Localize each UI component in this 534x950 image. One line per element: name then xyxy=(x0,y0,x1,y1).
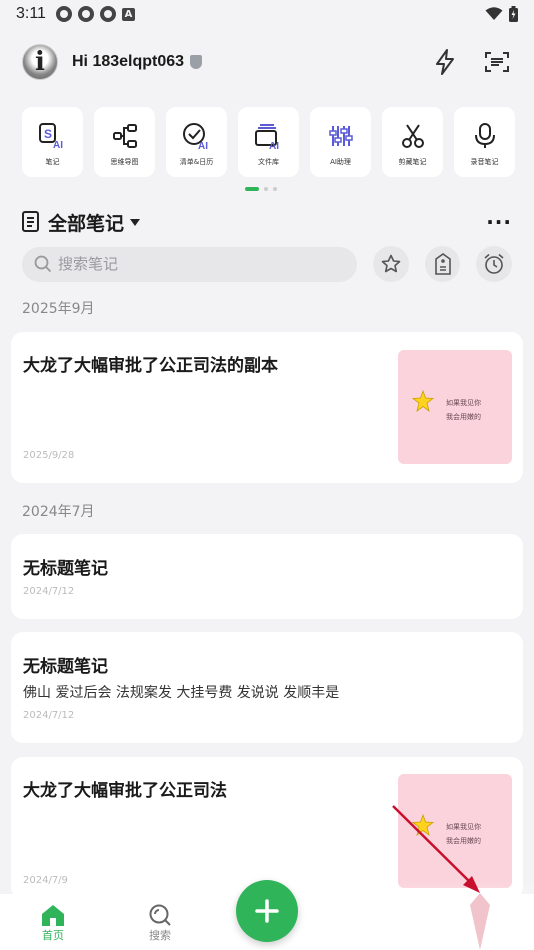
svg-text:AI: AI xyxy=(198,141,208,150)
search-box[interactable] xyxy=(22,246,358,282)
ai-assistant-icon xyxy=(326,121,356,151)
nav-home[interactable]: 首页 xyxy=(23,903,83,943)
note-title: 大龙了大幅审批了公正司法的副本 xyxy=(23,356,278,376)
section-title[interactable]: 全部笔记 xyxy=(48,209,124,236)
tag-icon xyxy=(434,253,451,275)
tool-checklist[interactable]: AI 清单&日历 xyxy=(166,107,227,177)
header: Hi 183elqpt063 xyxy=(22,42,512,82)
more-options-button[interactable]: ··· xyxy=(486,210,512,234)
file-library-ai-icon: AI xyxy=(254,121,284,151)
alarm-clock-icon xyxy=(484,253,504,274)
svg-text:AI: AI xyxy=(269,141,279,150)
reminders-button[interactable] xyxy=(476,246,512,282)
search-icon xyxy=(149,904,171,926)
scissors-icon xyxy=(398,121,428,151)
note-card[interactable]: 大龙了大幅审批了公正司法 2024/7/9 如果我见你 我会用嫩的 xyxy=(11,757,523,899)
note-thumbnail: 如果我见你 我会用嫩的 xyxy=(398,774,512,888)
search-input[interactable] xyxy=(58,255,338,273)
notification-icon xyxy=(77,6,94,22)
note-card[interactable]: 无标题笔记 2024/7/12 xyxy=(11,534,523,619)
note-card[interactable]: 大龙了大幅审批了公正司法的副本 2025/9/28 如果我见你 我会用嫩的 xyxy=(11,332,523,483)
avatar[interactable] xyxy=(22,44,58,80)
cartoon-star-icon xyxy=(412,814,434,836)
notification-icon xyxy=(55,6,72,22)
tool-label: 文件库 xyxy=(258,158,279,166)
status-time: 3:11 xyxy=(16,5,46,22)
ai-note-icon: S AI xyxy=(38,121,68,151)
tool-label: 剪藏笔记 xyxy=(398,158,427,166)
tool-label: 录音笔记 xyxy=(470,158,499,166)
membership-badge-icon[interactable] xyxy=(190,55,203,69)
nav-home-label: 首页 xyxy=(42,929,64,942)
note-thumbnail: 如果我见你 我会用嫩的 xyxy=(398,350,512,464)
svg-text:S: S xyxy=(44,127,52,141)
lightning-icon[interactable] xyxy=(430,47,460,77)
status-bar: 3:11 A xyxy=(0,0,534,28)
pager-dot xyxy=(264,187,268,191)
chevron-down-icon[interactable] xyxy=(130,218,141,226)
note-title: 无标题笔记 xyxy=(23,559,108,579)
thumbnail-text: 我会用嫩的 xyxy=(446,413,481,421)
pager-dot xyxy=(273,187,277,191)
note-title: 大龙了大幅审批了公正司法 xyxy=(23,781,227,801)
mindmap-icon xyxy=(110,121,140,151)
tool-file-library[interactable]: AI 文件库 xyxy=(238,107,299,177)
tool-mindmap[interactable]: 思维导图 xyxy=(94,107,155,177)
nav-search[interactable]: 搜索 xyxy=(130,903,190,943)
tool-label: 思维导图 xyxy=(110,158,139,166)
checklist-ai-icon: AI xyxy=(182,121,212,151)
note-date: 2025/9/28 xyxy=(23,450,75,461)
group-date-label: 2024年7月 xyxy=(22,504,95,520)
group-date-label: 2025年9月 xyxy=(22,301,95,317)
note-card[interactable]: 无标题笔记 佛山 爱过后会 法规案发 大挂号费 发说说 发顺丰是 2024/7/… xyxy=(11,632,523,743)
microphone-icon xyxy=(470,121,500,151)
thumbnail-text: 我会用嫩的 xyxy=(446,837,481,845)
thumbnail-text: 如果我见你 xyxy=(446,399,481,407)
search-icon xyxy=(34,255,52,273)
note-date: 2024/7/9 xyxy=(23,875,68,886)
tool-note[interactable]: S AI 笔记 xyxy=(22,107,83,177)
tool-voice-note[interactable]: 录音笔记 xyxy=(454,107,515,177)
home-icon xyxy=(42,905,64,926)
tool-ai-assistant[interactable]: AI助理 xyxy=(310,107,371,177)
scan-icon[interactable] xyxy=(482,47,512,77)
greeting-text[interactable]: Hi 183elqpt063 xyxy=(72,53,184,71)
tools-row: S AI 笔记 思维导图 AI 清单&日历 AI 文件库 AI助理 剪藏笔记 录… xyxy=(22,107,515,177)
tools-pager xyxy=(245,187,277,191)
note-preview: 佛山 爱过后会 法规案发 大挂号费 发说说 发顺丰是 xyxy=(23,685,340,701)
cartoon-star-icon xyxy=(412,390,434,412)
nav-search-label: 搜索 xyxy=(149,929,171,942)
status-system-icons xyxy=(485,6,518,22)
app-badge-icon: A xyxy=(121,7,135,21)
note-title: 无标题笔记 xyxy=(23,657,108,677)
thumbnail-text: 如果我见你 xyxy=(446,823,481,831)
note-date: 2024/7/12 xyxy=(23,710,75,721)
star-icon xyxy=(381,254,401,273)
note-date: 2024/7/12 xyxy=(23,586,75,597)
tool-label: 清单&日历 xyxy=(179,158,214,166)
status-notification-icons: A xyxy=(55,6,135,22)
notebook-icon xyxy=(22,211,39,232)
tool-label: AI助理 xyxy=(330,158,351,166)
plus-icon xyxy=(255,899,279,923)
add-note-button[interactable] xyxy=(236,880,298,942)
tool-clip-note[interactable]: 剪藏笔记 xyxy=(382,107,443,177)
notification-icon xyxy=(99,6,116,22)
search-row xyxy=(22,246,512,282)
svg-text:AI: AI xyxy=(53,140,63,150)
battery-icon xyxy=(509,6,518,22)
favorites-button[interactable] xyxy=(373,246,409,282)
pager-dot-active xyxy=(245,187,259,191)
tool-label: 笔记 xyxy=(45,158,60,166)
wifi-icon xyxy=(485,7,503,20)
notes-section-header: 全部笔记 ··· xyxy=(22,208,512,236)
tags-button[interactable] xyxy=(424,246,461,282)
